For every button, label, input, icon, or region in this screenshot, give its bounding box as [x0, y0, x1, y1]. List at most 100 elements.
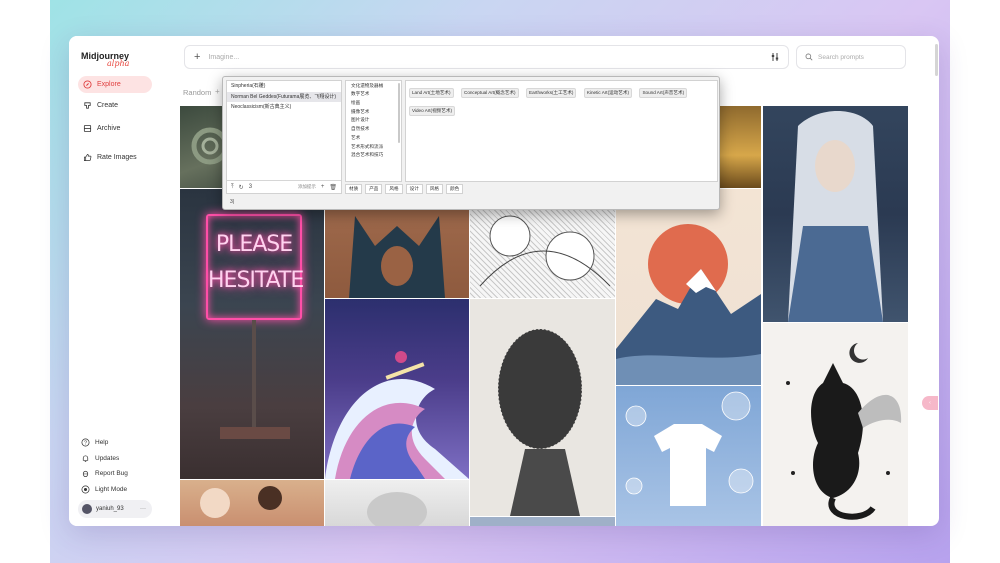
- category-item[interactable]: 摄像艺术: [346, 107, 401, 116]
- category-item[interactable]: 绘画: [346, 98, 401, 107]
- username: yaniuh_93: [96, 506, 124, 512]
- tag-panel: Land Art(土地艺术) Conceptual Art(概念艺术) Eart…: [405, 80, 718, 182]
- logo[interactable]: Midjourney alpha: [81, 52, 129, 68]
- report-bug-link[interactable]: Report Bug: [81, 467, 128, 479]
- sidebar-item-label: Archive: [97, 125, 121, 132]
- tag-chip[interactable]: Conceptual Art(概念艺术): [461, 88, 519, 98]
- list-item[interactable]: Sinpheria(石雕): [227, 81, 341, 92]
- sidebar-item-archive[interactable]: Archive: [78, 120, 152, 137]
- thumbs-up-icon: [83, 153, 92, 162]
- category-item[interactable]: 自然技术: [346, 125, 401, 134]
- bug-icon: [82, 470, 89, 477]
- report-bug-label: Report Bug: [95, 469, 128, 477]
- category-scrollbar[interactable]: [398, 83, 400, 143]
- updates-link[interactable]: Updates: [81, 452, 119, 464]
- image-tile[interactable]: [470, 517, 615, 526]
- list-item[interactable]: Neoclassicism(新古典主义): [227, 102, 341, 113]
- archive-icon: [83, 124, 92, 133]
- balloon-shape: [200, 488, 230, 518]
- sculpture-shape: [367, 492, 427, 526]
- image-tile[interactable]: [180, 480, 324, 526]
- tab-color[interactable]: 颜色: [446, 184, 464, 194]
- category-item[interactable]: 图片设计: [346, 116, 401, 125]
- image-wave-surfer: [325, 351, 469, 479]
- sign-base: [220, 427, 290, 439]
- category-item[interactable]: 艺术形式和流派: [346, 142, 401, 151]
- image-tile[interactable]: [470, 299, 615, 516]
- compass-icon: [83, 80, 92, 89]
- category-list[interactable]: 文化遗物及器械 数字艺术 绘画 摄像艺术 图片设计 自然技术 艺术 艺术形式和流…: [345, 80, 402, 182]
- plus-icon[interactable]: +: [194, 51, 200, 63]
- help-link[interactable]: ? Help: [81, 436, 108, 448]
- tag-chip[interactable]: Kinetic Art(运动艺术): [583, 88, 633, 98]
- list-item[interactable]: Norman Bel Geddes(Futurama展览、飞翔设计): [227, 91, 341, 102]
- saved-prompts-list[interactable]: Sinpheria(石雕) Norman Bel Geddes(Futurama…: [226, 80, 342, 194]
- image-line-portrait: [497, 328, 583, 516]
- help-label: Help: [95, 438, 109, 446]
- filter-plus-icon[interactable]: +: [215, 87, 220, 96]
- image-tile[interactable]: [763, 106, 908, 322]
- light-mode-toggle[interactable]: Light Mode: [81, 483, 127, 495]
- side-panel-toggle[interactable]: ‹: [922, 396, 938, 410]
- tab-design[interactable]: 设计: [405, 184, 423, 194]
- svg-text:?: ?: [84, 440, 87, 446]
- light-mode-label: Light Mode: [95, 485, 128, 493]
- image-tile[interactable]: [616, 386, 761, 526]
- app-window: Midjourney alpha Explore Create Archive …: [69, 36, 939, 526]
- tag-chip[interactable]: Video Art(视频艺术): [409, 106, 455, 116]
- image-tile[interactable]: [763, 323, 908, 526]
- user-menu[interactable]: yaniuh_93 ···: [78, 500, 152, 518]
- upload-icon[interactable]: ⤒: [231, 184, 234, 191]
- image-tile[interactable]: [325, 480, 469, 526]
- imagine-placeholder: Imagine...: [208, 53, 240, 61]
- image-tile[interactable]: PLEASE HESITATE: [180, 189, 324, 479]
- tag-chip[interactable]: Land Art(土地艺术): [409, 88, 454, 98]
- neon-line-2: HESITATE: [208, 268, 304, 293]
- brush-icon: [84, 102, 91, 109]
- neon-sign: PLEASE HESITATE: [206, 214, 304, 320]
- tab-product[interactable]: 产品: [365, 184, 383, 194]
- category-item[interactable]: 文化遗物及器械: [346, 81, 401, 90]
- tag-chip[interactable]: Sound Art(声音艺术): [639, 88, 688, 98]
- filter-random[interactable]: Random: [183, 88, 211, 97]
- list-toolbar: ⤒ ↻ 3 添加提示 + 🗑: [227, 180, 341, 193]
- bell-icon: [82, 454, 89, 462]
- category-tabs: 材质 产品 风格 设计 风格 颜色: [345, 184, 718, 194]
- sidebar-item-explore[interactable]: Explore: [78, 76, 152, 93]
- search-placeholder: Search prompts: [818, 53, 864, 61]
- image-elf-portrait: [788, 111, 883, 322]
- add-prompt-label: 添加提示: [297, 184, 316, 189]
- neon-line-1: PLEASE: [215, 232, 293, 257]
- sidebar-item-label: Rate Images: [97, 154, 137, 161]
- image-tshirt-bubbles: [625, 391, 754, 506]
- sidebar-item-label: Create: [97, 102, 119, 109]
- trash-icon[interactable]: 🗑: [329, 184, 337, 191]
- logo-sub: alpha: [107, 59, 130, 68]
- count-badge: 3: [248, 184, 253, 190]
- more-icon[interactable]: ···: [140, 506, 146, 512]
- prompt-input[interactable]: 3|: [226, 197, 716, 208]
- sidebar-item-label: Explore: [97, 81, 121, 88]
- image-tile[interactable]: [616, 189, 761, 385]
- tab-style[interactable]: 风格: [385, 184, 403, 194]
- image-winged-cat: [786, 343, 902, 520]
- sliders-icon[interactable]: [770, 52, 780, 62]
- sidebar-item-create[interactable]: Create: [78, 97, 152, 114]
- refresh-icon[interactable]: ↻: [239, 184, 244, 191]
- category-item[interactable]: 艺术: [346, 133, 401, 142]
- sign-pole: [252, 320, 256, 430]
- add-icon[interactable]: +: [321, 184, 325, 190]
- image-tile[interactable]: [325, 299, 469, 479]
- category-item[interactable]: 混合艺术和技巧: [346, 151, 401, 160]
- tab-material[interactable]: 材质: [345, 184, 363, 194]
- imagine-bar[interactable]: + Imagine...: [184, 45, 789, 69]
- page-scrollbar[interactable]: [935, 44, 938, 76]
- sun-icon: [81, 485, 90, 493]
- tab-style-2[interactable]: 风格: [425, 184, 444, 194]
- search-prompts[interactable]: Search prompts: [796, 45, 906, 69]
- category-item[interactable]: 数字艺术: [346, 90, 401, 99]
- sidebar-item-rate-images[interactable]: Rate Images: [78, 149, 152, 166]
- prompt-helper-popup[interactable]: Sinpheria(石雕) Norman Bel Geddes(Futurama…: [222, 76, 720, 210]
- sidebar: Midjourney alpha Explore Create Archive …: [69, 36, 164, 526]
- tag-chip[interactable]: Earthworks(土工艺术): [526, 88, 577, 98]
